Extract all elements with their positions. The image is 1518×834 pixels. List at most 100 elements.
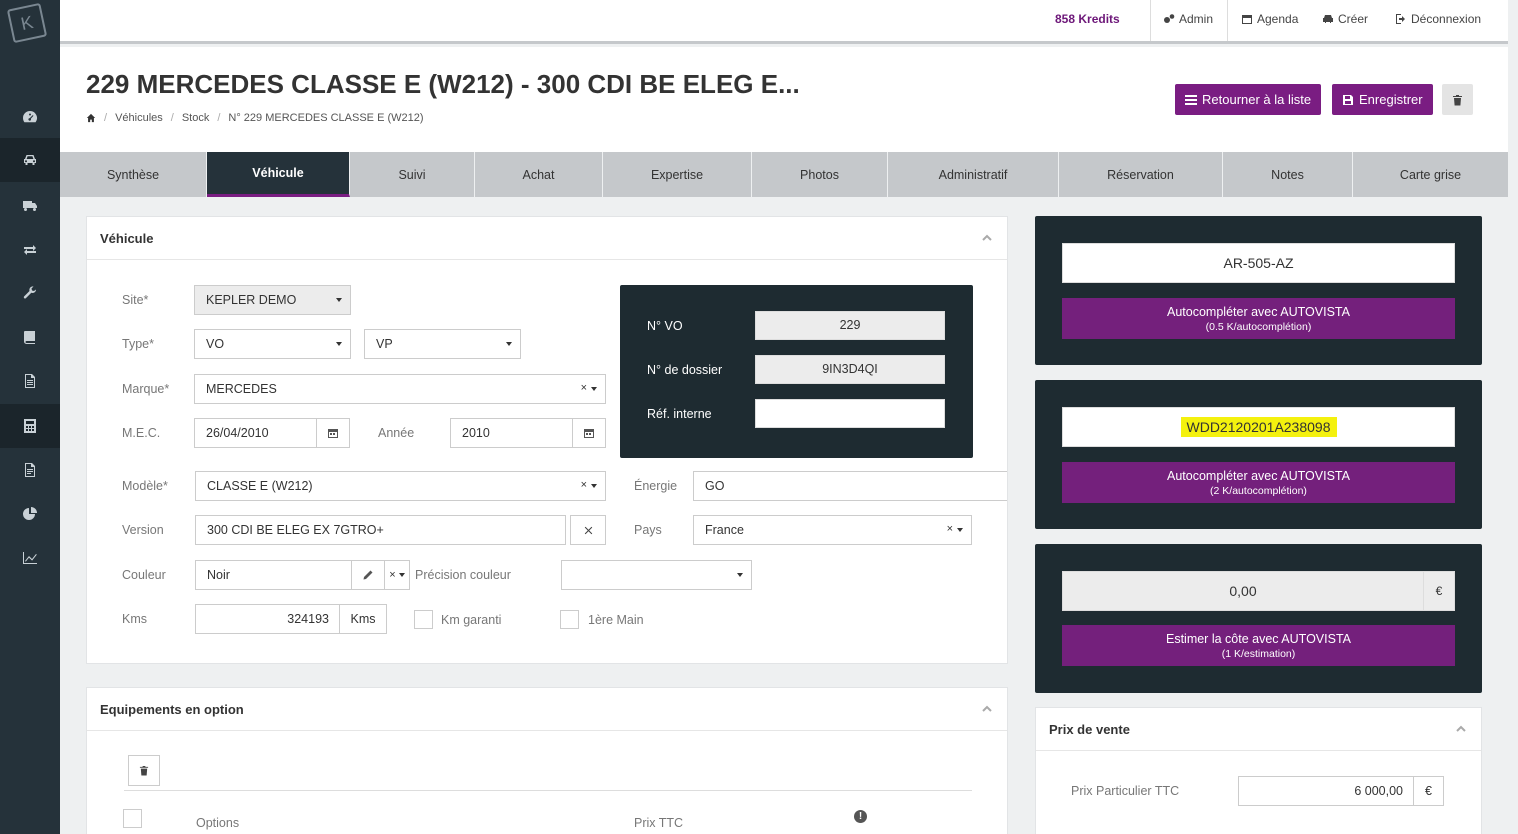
mec-input[interactable]: 26/04/2010 <box>194 418 317 448</box>
km-garanti-checkbox[interactable] <box>414 610 433 629</box>
type2-select[interactable]: VP <box>364 329 521 359</box>
equipements-delete-button[interactable] <box>128 755 160 786</box>
tab-reservation[interactable]: Réservation <box>1059 152 1223 197</box>
prix-ttc-column-header: Prix TTC <box>634 816 684 830</box>
delete-button[interactable] <box>1442 84 1473 115</box>
chevron-up-icon[interactable] <box>981 232 993 244</box>
tab-notes[interactable]: Notes <box>1223 152 1353 197</box>
nav-admin[interactable]: Admin <box>1163 12 1213 26</box>
document-icon[interactable] <box>0 359 60 403</box>
equipements-panel-header[interactable]: Equipements en option <box>87 688 1007 731</box>
modele-select[interactable]: CLASSE E (W212) × <box>195 471 606 501</box>
tab-carte-grise[interactable]: Carte grise <box>1353 152 1508 197</box>
dashboard-icon[interactable] <box>0 95 60 139</box>
annee-calendar-button[interactable] <box>572 418 606 448</box>
chevron-up-icon[interactable] <box>981 703 993 715</box>
plate-input[interactable]: AR-505-AZ <box>1062 243 1455 283</box>
nav-agenda[interactable]: Agenda <box>1241 12 1298 26</box>
truck-icon[interactable] <box>0 183 60 227</box>
breadcrumb-current: N° 229 MERCEDES CLASSE E (W212) <box>228 112 424 124</box>
autocomplete-vin-button[interactable]: Autocompléter avec AUTOVISTA (2 K/autoco… <box>1062 462 1455 503</box>
page-header: 229 MERCEDES CLASSE E (W212) - 300 CDI B… <box>60 47 1508 152</box>
mec-label: M.E.C. <box>122 426 161 440</box>
site-select[interactable]: KEPLER DEMO <box>194 285 351 315</box>
prix-vente-title: Prix de vente <box>1049 721 1130 737</box>
exchange-icon[interactable] <box>0 227 60 271</box>
clear-icon[interactable]: × <box>581 382 587 394</box>
mec-calendar-button[interactable] <box>316 418 350 448</box>
pays-label: Pays <box>634 523 662 537</box>
vin-card: WDD2120201A238098 Autocompléter avec AUT… <box>1035 380 1482 529</box>
trash-icon <box>139 765 149 776</box>
autocomplete-plate-button[interactable]: Autocompléter avec AUTOVISTA (0.5 K/auto… <box>1062 298 1455 339</box>
breadcrumb-vehicules[interactable]: Véhicules <box>115 112 163 124</box>
tab-achat[interactable]: Achat <box>475 152 603 197</box>
app-logo[interactable]: K <box>6 2 48 44</box>
kredits-balance[interactable]: 858 Kredits <box>1055 12 1120 26</box>
info-icon[interactable]: ! <box>854 810 867 823</box>
tab-expertise[interactable]: Expertise <box>603 152 752 197</box>
pays-select[interactable]: France × <box>693 515 972 545</box>
tab-synthese[interactable]: Synthèse <box>60 152 207 197</box>
dossier-field[interactable]: 9IN3D4QI <box>755 355 945 384</box>
kms-input[interactable]: 324193 <box>195 604 340 634</box>
tab-vehicule[interactable]: Véhicule <box>207 152 350 197</box>
energie-select[interactable]: GO <box>693 471 1007 501</box>
premiere-main-checkbox[interactable] <box>560 610 579 629</box>
nav-creer[interactable]: Créer <box>1322 12 1368 26</box>
vin-input[interactable]: WDD2120201A238098 <box>1062 407 1455 447</box>
km-garanti-label: Km garanti <box>441 613 502 627</box>
wrench-icon[interactable] <box>0 271 60 315</box>
back-to-list-button[interactable]: Retourner à la liste <box>1175 84 1322 115</box>
home-icon[interactable] <box>86 113 96 123</box>
prix-particulier-input[interactable]: 6 000,00 <box>1238 776 1414 806</box>
version-clear-button[interactable] <box>570 515 606 545</box>
modele-value: CLASSE E (W212) <box>207 479 313 493</box>
list-icon <box>1185 94 1197 105</box>
chevron-up-icon[interactable] <box>1455 723 1467 735</box>
dossier-label: N° de dossier <box>647 363 723 377</box>
ref-interne-field[interactable] <box>755 399 945 428</box>
pie-chart-icon[interactable] <box>0 492 60 536</box>
breadcrumb-stock[interactable]: Stock <box>182 112 210 124</box>
nav-agenda-label: Agenda <box>1257 12 1299 26</box>
premiere-main-label: 1ère Main <box>588 613 644 627</box>
tab-suivi[interactable]: Suivi <box>350 152 475 197</box>
marque-select[interactable]: MERCEDES × <box>194 374 606 404</box>
clear-icon[interactable]: × <box>581 479 587 491</box>
estimate-cote-button[interactable]: Estimer la côte avec AUTOVISTA (1 K/esti… <box>1062 625 1455 666</box>
type-label: Type* <box>122 337 154 351</box>
nav-deconnexion[interactable]: Déconnexion <box>1395 12 1481 26</box>
gears-icon <box>1164 14 1175 23</box>
tab-administratif[interactable]: Administratif <box>888 152 1059 197</box>
book-icon[interactable] <box>0 315 60 359</box>
tab-bar: Synthèse Véhicule Suivi Achat Expertise … <box>60 152 1508 197</box>
top-bar: 858 Kredits Admin Agenda Créer Déconnexi… <box>60 0 1508 44</box>
couleur-input[interactable]: Noir <box>195 560 352 590</box>
couleur-edit-button[interactable] <box>351 560 385 590</box>
version-input[interactable]: 300 CDI BE ELEG EX 7GTRO+ <box>195 515 566 545</box>
calculator-icon[interactable] <box>0 404 60 448</box>
pencil-icon <box>363 570 373 580</box>
kms-unit: Kms <box>339 604 387 634</box>
equipements-select-all-checkbox[interactable] <box>123 809 142 828</box>
file-icon[interactable] <box>0 448 60 492</box>
nvo-field[interactable]: 229 <box>755 311 945 340</box>
precision-couleur-select[interactable] <box>561 560 752 590</box>
autocomplete-plate-cost: (0.5 K/autocomplétion) <box>1205 321 1312 333</box>
annee-input[interactable]: 2010 <box>450 418 573 448</box>
prix-vente-header[interactable]: Prix de vente <box>1036 708 1481 751</box>
cote-input[interactable]: 0,00 <box>1062 571 1424 611</box>
prix-particulier-currency: € <box>1413 776 1444 806</box>
vehicule-panel-header[interactable]: Véhicule <box>87 217 1007 260</box>
line-chart-icon[interactable] <box>0 536 60 580</box>
floppy-icon <box>1343 94 1353 105</box>
save-button[interactable]: Enregistrer <box>1332 84 1433 115</box>
type-value: VO <box>206 337 225 351</box>
car-icon[interactable] <box>0 138 60 182</box>
couleur-dropdown[interactable]: × <box>384 560 410 590</box>
type-select[interactable]: VO <box>194 329 351 359</box>
clear-icon[interactable]: × <box>947 523 953 535</box>
tab-photos[interactable]: Photos <box>752 152 888 197</box>
equipements-panel: Equipements en option Options Prix TTC ! <box>86 687 1008 834</box>
